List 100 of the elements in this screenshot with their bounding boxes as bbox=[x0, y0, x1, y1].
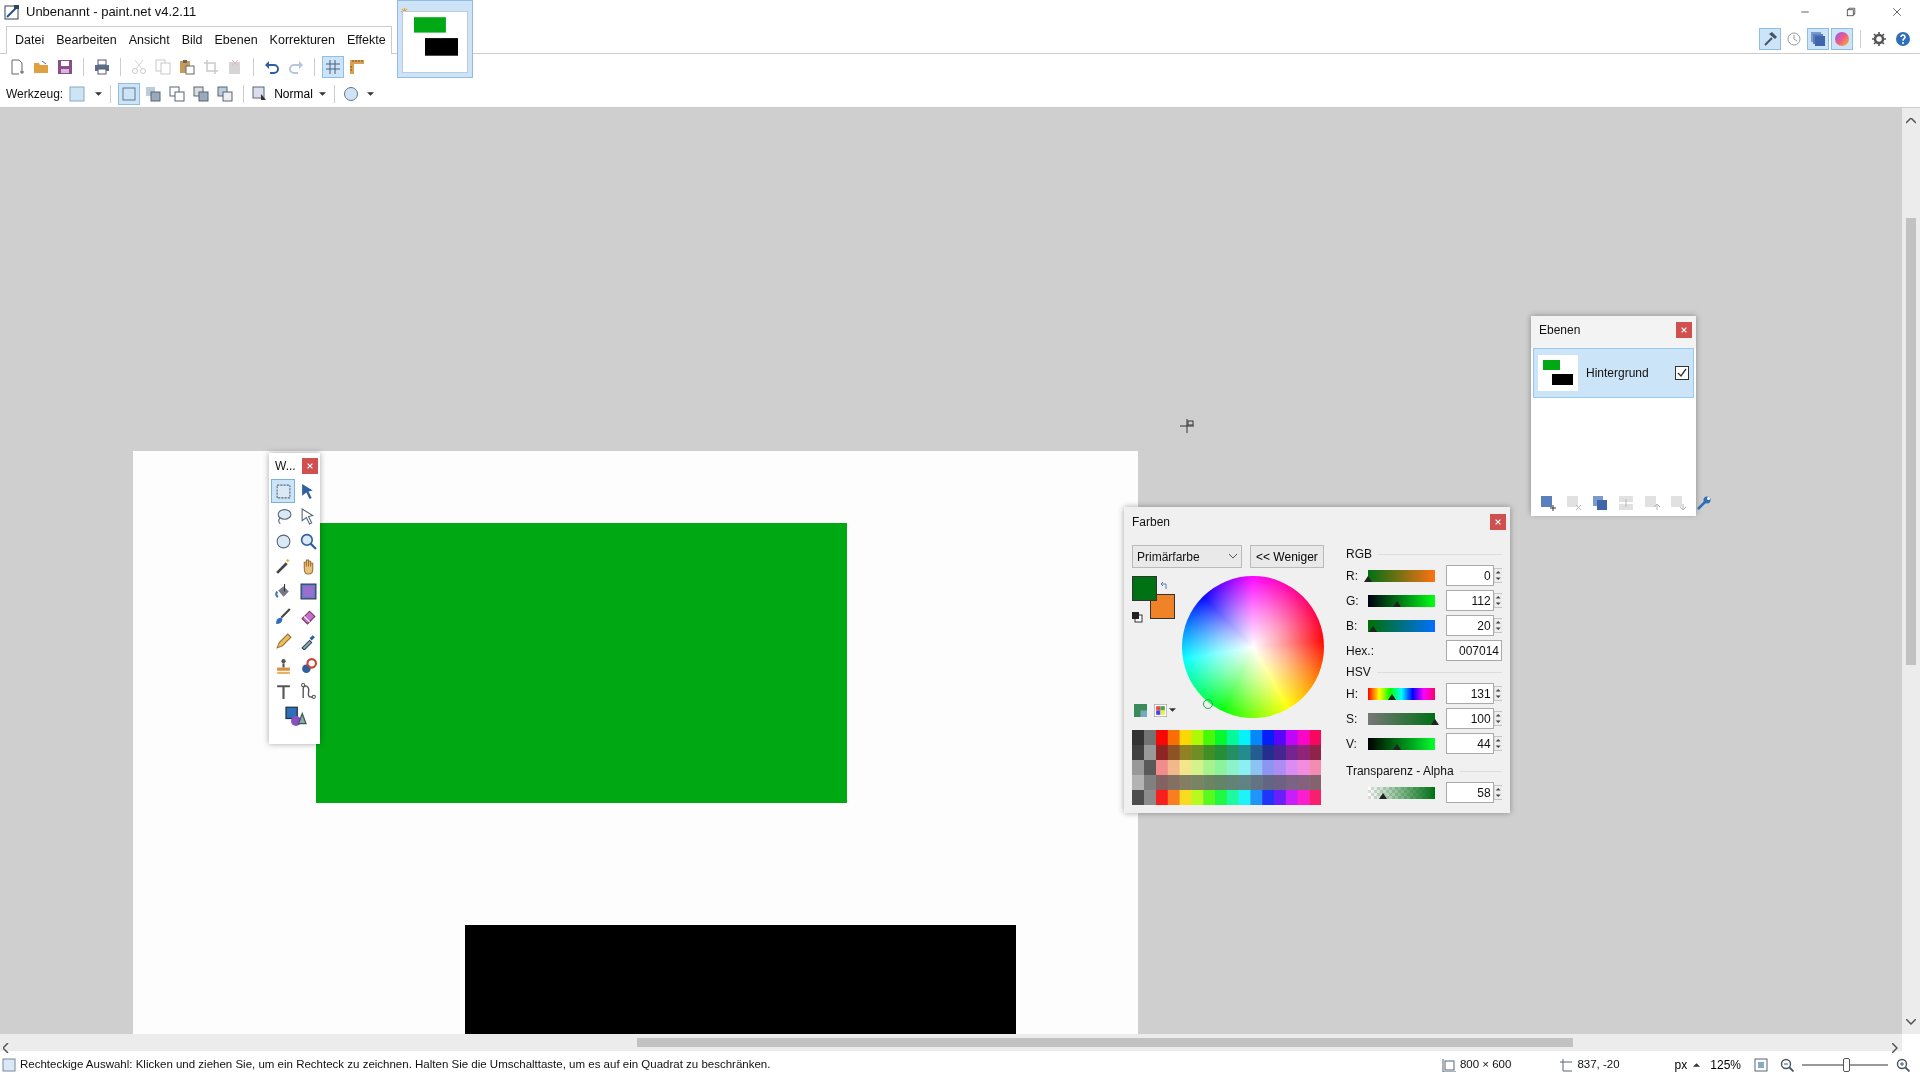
number-field[interactable]: 20 bbox=[1446, 615, 1494, 636]
zoom-dropdown[interactable]: 125% bbox=[1705, 1053, 1746, 1076]
panel-toggle[interactable] bbox=[1807, 27, 1829, 50]
visibility-checkbox[interactable] bbox=[1675, 366, 1689, 380]
field-label: H: bbox=[1346, 685, 1359, 703]
close-icon bbox=[1494, 518, 1502, 526]
spin-buttons-icon bbox=[1493, 784, 1502, 801]
field-label: Hex.: bbox=[1346, 642, 1375, 660]
stacked-squares-icon bbox=[1810, 30, 1826, 47]
menu-item[interactable]: Datei bbox=[9, 29, 51, 52]
zoom-slider[interactable] bbox=[1802, 1057, 1888, 1072]
cursor-position-icon bbox=[1559, 1057, 1574, 1072]
primary-color-swatch[interactable] bbox=[1132, 576, 1157, 601]
new-file-icon bbox=[9, 59, 25, 75]
slider-thumb[interactable] bbox=[1393, 744, 1402, 751]
square-icon bbox=[69, 85, 86, 102]
slider-thumb[interactable] bbox=[1388, 694, 1397, 701]
close-icon bbox=[306, 462, 314, 470]
add-to-palette-button[interactable] bbox=[1132, 702, 1148, 718]
caret-icon bbox=[95, 91, 103, 96]
window-title: Unbenannt - paint.net v4.2.11 bbox=[26, 3, 197, 22]
window-title: Farben bbox=[1132, 514, 1171, 531]
recolor-icon bbox=[299, 657, 317, 675]
number-field[interactable]: 44 bbox=[1446, 733, 1494, 754]
pencil-icon bbox=[274, 632, 292, 650]
hex-field[interactable]: 007014 bbox=[1446, 640, 1502, 661]
ruler-icon bbox=[349, 59, 365, 75]
menu-item[interactable]: Bild bbox=[175, 29, 209, 52]
paintbrush-icon bbox=[274, 607, 292, 625]
check-icon bbox=[1677, 368, 1687, 378]
paste-icon bbox=[179, 59, 195, 75]
image-size: 800 × 600 bbox=[1459, 1056, 1512, 1072]
layer-square-icon bbox=[252, 85, 269, 102]
merge-layer-icon bbox=[1618, 495, 1634, 511]
secondary-color-swatch[interactable] bbox=[1150, 594, 1175, 619]
copy-icon bbox=[155, 59, 171, 75]
layer-name: Hintergrund bbox=[1586, 365, 1650, 382]
gradient-square-icon bbox=[299, 582, 317, 600]
palette-menu-button[interactable] bbox=[1152, 702, 1178, 718]
slider-thumb[interactable] bbox=[1842, 1057, 1850, 1072]
field-label: V: bbox=[1346, 735, 1358, 753]
panel-toggle[interactable] bbox=[1831, 27, 1853, 50]
toolbar-button[interactable] bbox=[322, 56, 344, 78]
slider-thumb[interactable] bbox=[1431, 719, 1439, 726]
unit-dropdown[interactable]: px bbox=[1669, 1053, 1702, 1076]
overlapping-squares-icon bbox=[169, 85, 186, 102]
menu-item[interactable]: Korrekturen bbox=[263, 29, 341, 52]
image-tab[interactable] bbox=[397, 0, 473, 78]
stamp-icon bbox=[274, 657, 292, 675]
layer-row[interactable]: Hintergrund bbox=[1533, 348, 1694, 398]
number-field[interactable]: 112 bbox=[1446, 590, 1494, 611]
window-title: W... bbox=[275, 458, 296, 475]
blend-mode-dropdown[interactable]: Normal bbox=[251, 82, 327, 105]
menu-item[interactable]: Ansicht bbox=[122, 29, 176, 52]
vertical-scrollbar[interactable] bbox=[1902, 108, 1920, 1034]
slider-thumb[interactable] bbox=[1369, 626, 1378, 633]
menu-item[interactable]: Effekte bbox=[340, 29, 392, 52]
magnifier-icon bbox=[299, 532, 317, 550]
horizontal-scrollbar[interactable] bbox=[0, 1034, 1902, 1051]
zoom-in-icon bbox=[1896, 1057, 1910, 1072]
scissors-icon bbox=[131, 59, 147, 75]
spin-buttons-icon bbox=[1493, 735, 1502, 752]
help-icon bbox=[1895, 30, 1911, 47]
number-field[interactable]: 0 bbox=[1446, 565, 1494, 586]
color-palette[interactable] bbox=[1132, 730, 1321, 805]
spin-buttons-icon bbox=[1493, 592, 1502, 609]
slider-track[interactable] bbox=[1368, 619, 1435, 632]
slider-track[interactable] bbox=[1368, 737, 1435, 750]
field-label: B: bbox=[1346, 617, 1359, 635]
slider-track[interactable] bbox=[1368, 786, 1435, 799]
menu-item[interactable]: Ebenen bbox=[208, 29, 264, 52]
hollow-arrow-icon bbox=[299, 507, 317, 525]
caret-up-icon bbox=[1693, 1062, 1701, 1067]
overlapping-squares-icon bbox=[217, 85, 234, 102]
printer-icon bbox=[94, 59, 110, 75]
wrench-icon bbox=[1696, 495, 1712, 511]
image-size-icon bbox=[1441, 1057, 1456, 1072]
close-button[interactable] bbox=[302, 458, 318, 474]
menu-item[interactable]: Bearbeiten bbox=[50, 29, 123, 52]
number-field[interactable]: 100 bbox=[1446, 708, 1494, 729]
slider-track[interactable] bbox=[1368, 687, 1435, 700]
overlapping-squares-icon bbox=[121, 85, 138, 102]
slider-thumb[interactable] bbox=[1379, 793, 1388, 800]
close-button[interactable] bbox=[1490, 514, 1506, 530]
close-icon bbox=[1891, 6, 1903, 18]
app-icon bbox=[4, 4, 20, 20]
color-circle-icon bbox=[1834, 30, 1850, 47]
zoom-out-icon bbox=[1780, 1057, 1794, 1072]
slider-track[interactable] bbox=[1368, 594, 1435, 607]
caret-icon bbox=[318, 91, 326, 96]
color-target-dropdown[interactable]: Primärfarbe bbox=[1132, 545, 1242, 568]
panel-toggle[interactable] bbox=[1759, 27, 1781, 50]
less-button[interactable]: << Weniger bbox=[1250, 545, 1324, 568]
section-heading: Transparenz - Alpha bbox=[1346, 763, 1454, 780]
close-button[interactable] bbox=[1676, 322, 1692, 338]
number-field[interactable]: 58 bbox=[1446, 782, 1494, 803]
slider-thumb[interactable] bbox=[1364, 576, 1372, 583]
slider-thumb[interactable] bbox=[1393, 601, 1402, 608]
number-field[interactable]: 131 bbox=[1446, 683, 1494, 704]
clock-icon bbox=[1786, 30, 1802, 47]
